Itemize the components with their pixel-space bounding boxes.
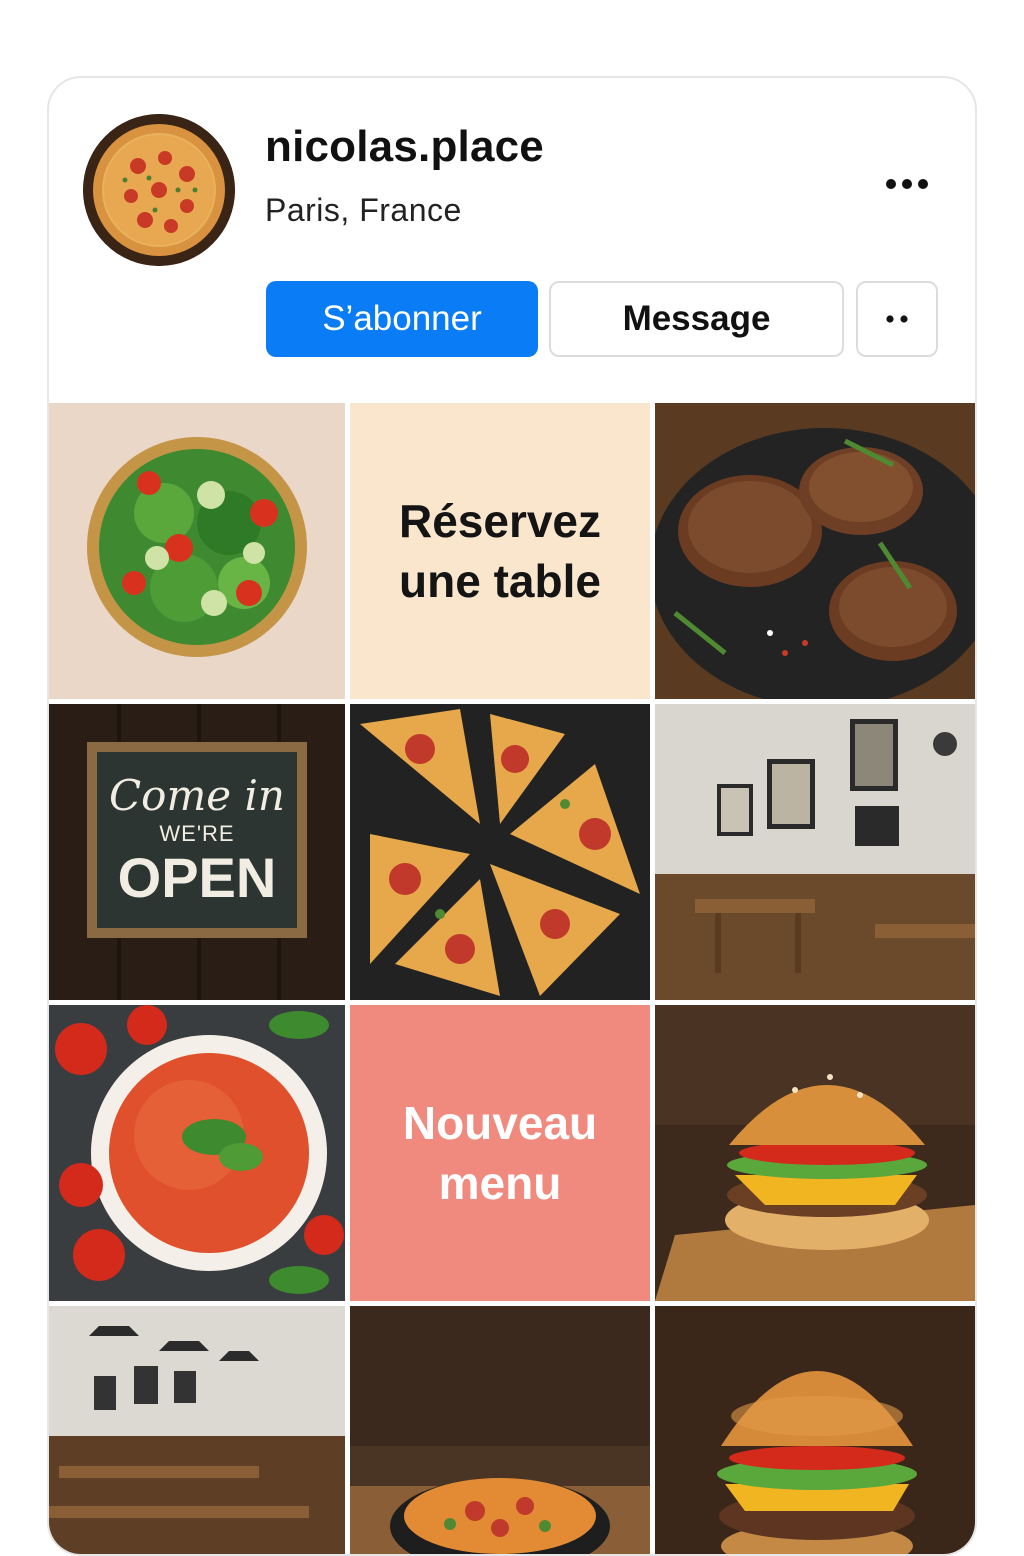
profile-location: Paris, France <box>265 192 462 228</box>
suggestions-button[interactable] <box>856 281 938 357</box>
sign-were: WE'RE <box>159 821 235 846</box>
reserve-line-2: une table <box>399 555 601 607</box>
tomato-soup-image <box>49 1005 345 1301</box>
post-steak[interactable] <box>655 403 975 699</box>
sign-come-in: Come in <box>109 771 285 820</box>
profile-avatar[interactable] <box>83 114 235 266</box>
more-horizontal-icon <box>886 179 928 189</box>
reserve-line-1: Réservez <box>398 495 602 547</box>
new-menu-line-1: Nouveau <box>402 1097 598 1149</box>
post-new-menu[interactable]: Nouveau menu <box>350 1005 650 1301</box>
profile-card: nicolas.place Paris, France S’abonner Me… <box>47 76 977 1556</box>
post-restaurant-interior[interactable] <box>655 704 975 1000</box>
salad-bowl-image <box>49 403 345 699</box>
post-burger[interactable] <box>655 1306 975 1554</box>
post-dining-room[interactable] <box>49 1306 345 1554</box>
cheeseburger-image <box>655 1005 975 1301</box>
post-open-sign[interactable]: Come in WE'RE OPEN <box>49 704 345 1000</box>
new-menu-line-2: menu <box>438 1157 562 1209</box>
restaurant-interior-image <box>655 704 975 1000</box>
pizza-avatar-icon <box>83 114 235 266</box>
pizza-slices-image <box>350 704 650 1000</box>
profile-username: nicolas.place <box>265 122 544 171</box>
burger-image <box>655 1306 975 1554</box>
steak-image <box>655 403 975 699</box>
post-grid: Réservez une table Come in WE'RE OPEN No… <box>49 403 975 1554</box>
post-tomato-soup[interactable] <box>49 1005 345 1301</box>
post-pizza-dish[interactable] <box>350 1306 650 1554</box>
post-reserve-table[interactable]: Réservez une table <box>350 403 650 699</box>
more-options-button[interactable] <box>879 164 935 204</box>
pizza-dish-image <box>350 1306 650 1554</box>
two-dots-icon <box>886 315 908 323</box>
follow-button[interactable]: S’abonner <box>266 281 538 357</box>
dining-room-image <box>49 1306 345 1554</box>
post-pizza-slices[interactable] <box>350 704 650 1000</box>
sign-open: OPEN <box>117 846 277 909</box>
post-cheeseburger[interactable] <box>655 1005 975 1301</box>
message-button[interactable]: Message <box>549 281 844 357</box>
post-salad[interactable] <box>49 403 345 699</box>
